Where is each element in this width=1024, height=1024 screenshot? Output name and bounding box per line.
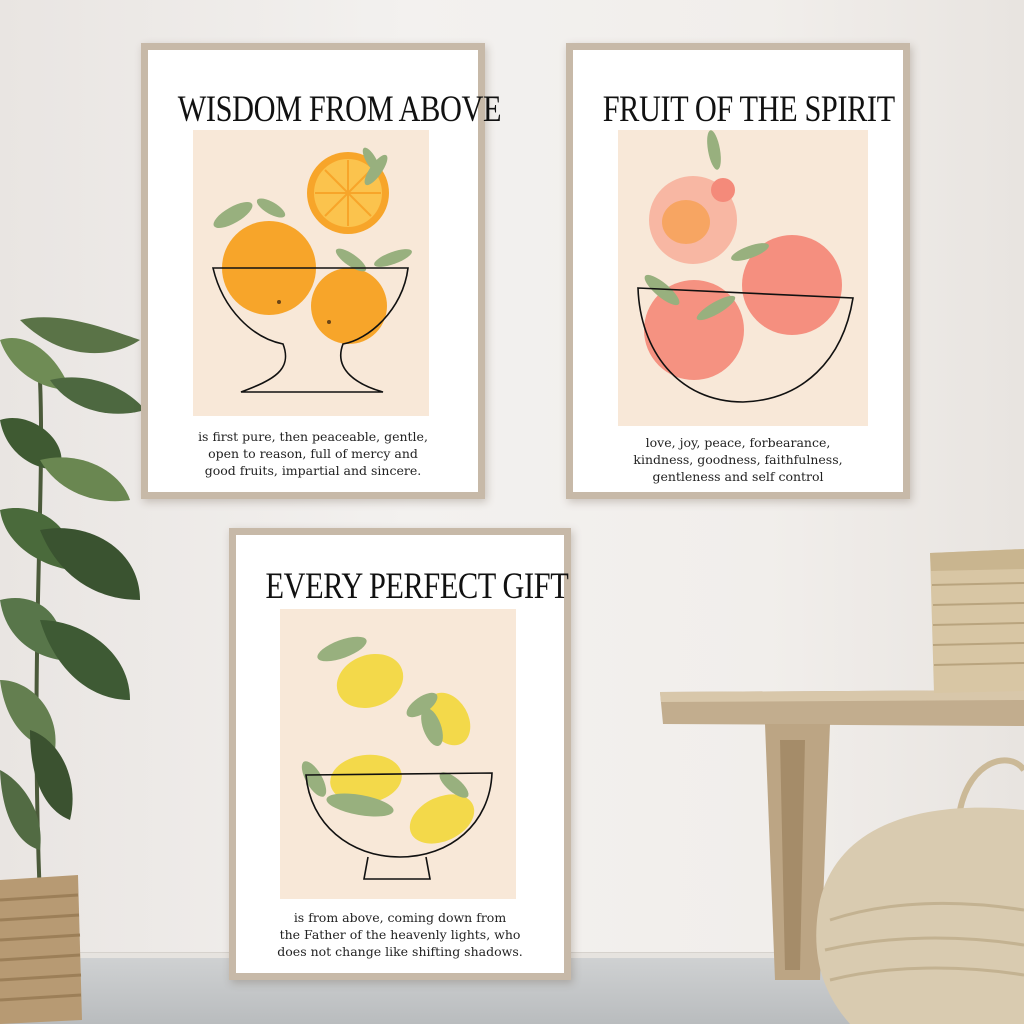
poster-fruit-of-the-spirit: FRUIT OF THE SPIRIT love, joy, peace, fo… — [566, 43, 910, 499]
poster-wisdom-from-above: WISDOM FROM ABOVE is first pure, then pe… — [141, 43, 502, 499]
peaches-in-bowl-illustration — [637, 130, 854, 403]
verse-line: the Father of the heavenly lights, who — [279, 927, 521, 942]
potted-plant — [0, 317, 145, 1024]
lemons-in-bowl-illustration — [301, 636, 493, 880]
verse-line: kindness, goodness, faithfulness, — [633, 452, 843, 467]
verse-line: does not change like shifting shadows. — [277, 944, 523, 959]
verse-line: is first pure, then peaceable, gentle, — [198, 429, 428, 444]
poster-artwork — [280, 609, 516, 899]
oranges-in-bowl-illustration — [211, 147, 412, 393]
poster-verse: love, joy, peace, forbearance, kindness,… — [573, 434, 903, 485]
poster-artwork — [193, 130, 429, 416]
verse-line: love, joy, peace, forbearance, — [645, 435, 831, 450]
poster-title: WISDOM FROM ABOVE — [177, 89, 502, 130]
poster-verse: is from above, coming down from the Fath… — [236, 909, 564, 960]
verse-line: gentleness and self control — [652, 469, 824, 484]
woven-basket-small — [930, 549, 1024, 693]
poster-title: EVERY PERFECT GIFT — [265, 566, 569, 607]
poster-title: FRUIT OF THE SPIRIT — [602, 89, 895, 130]
verse-line: good fruits, impartial and sincere. — [204, 463, 422, 478]
poster-artwork — [618, 130, 868, 426]
poster-every-perfect-gift: EVERY PERFECT GIFT is from above, coming… — [229, 528, 571, 980]
verse-line: open to reason, full of mercy and — [208, 446, 418, 461]
verse-line: is from above, coming down from — [293, 910, 507, 925]
woven-basket-large — [816, 757, 1024, 1024]
poster-verse: is first pure, then peaceable, gentle, o… — [148, 428, 478, 479]
